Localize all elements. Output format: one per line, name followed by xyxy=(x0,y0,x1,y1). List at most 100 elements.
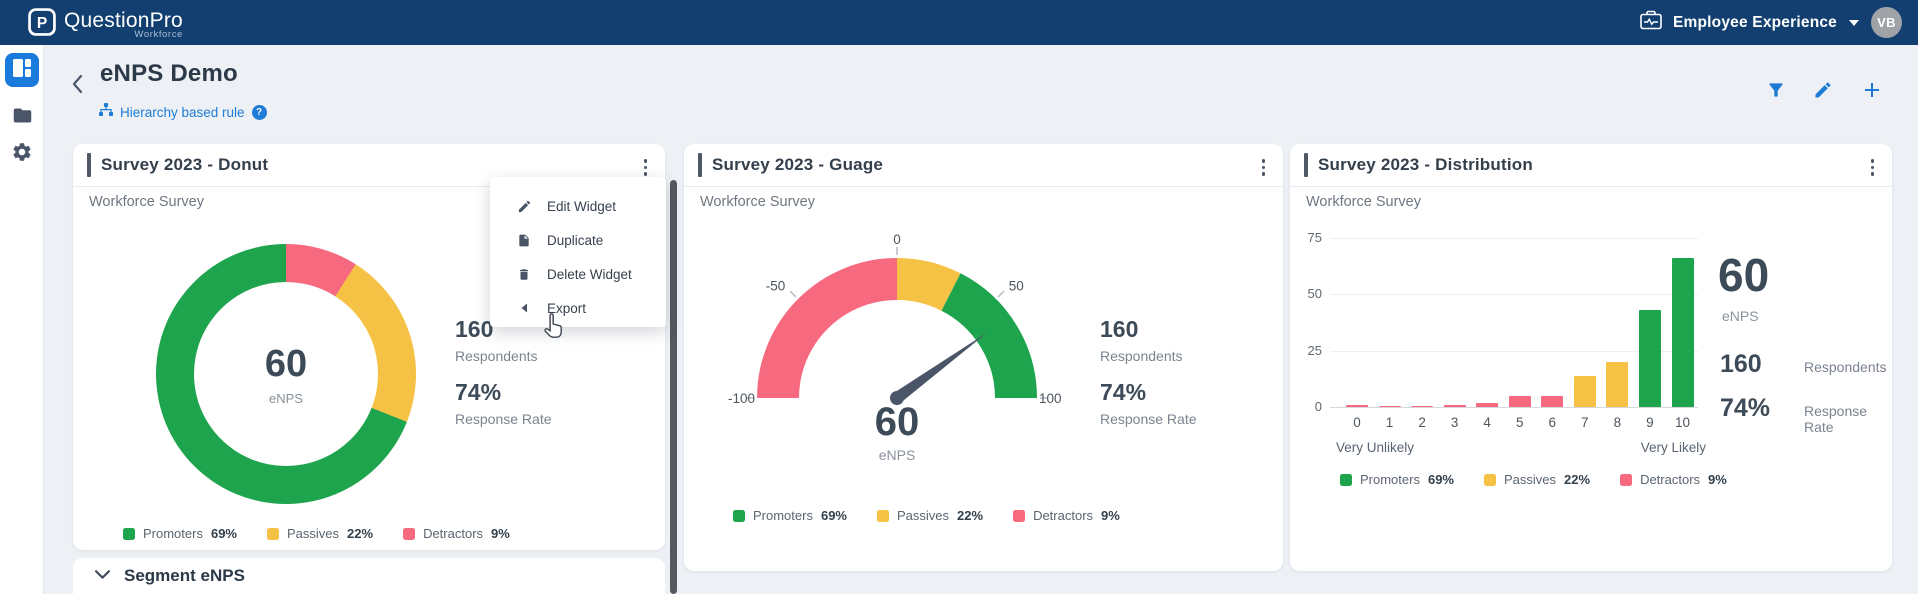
response-rate-label: Response Rate xyxy=(1804,403,1868,435)
bar-score-3 xyxy=(1443,404,1466,407)
brand-logo[interactable]: P QuestionPro Workforce xyxy=(28,8,183,41)
legend-swatch xyxy=(877,509,889,522)
x-tick-label: 0 xyxy=(1353,415,1361,430)
enps-label: eNPS xyxy=(878,447,916,463)
legend-item-promoters[interactable]: Promoters 69% xyxy=(123,526,237,541)
legend-item-promoters[interactable]: Promoters 69% xyxy=(733,508,847,523)
legend-label: Detractors xyxy=(1033,508,1094,523)
legend-value: 69% xyxy=(210,526,237,541)
menu-item-export[interactable]: Export xyxy=(490,291,666,325)
bar-score-8 xyxy=(1606,361,1629,407)
widget-subtitle: Workforce Survey xyxy=(89,194,204,210)
submenu-left-icon xyxy=(516,303,532,313)
widget-distribution: Survey 2023 - Distribution Workforce Sur… xyxy=(1290,144,1892,571)
filter-icon[interactable] xyxy=(1766,80,1786,100)
duplicate-icon xyxy=(516,233,532,248)
legend-label: Promoters xyxy=(1360,472,1420,487)
donut-chart: 60 eNPS xyxy=(156,244,416,504)
bar-score-7 xyxy=(1573,375,1596,407)
y-tick-label: 25 xyxy=(1307,342,1322,358)
widget-subtitle: Workforce Survey xyxy=(700,194,815,210)
vertical-scrollbar-thumb[interactable] xyxy=(670,180,677,594)
widget-gauge: Survey 2023 - Guage Workforce Survey -10… xyxy=(684,144,1283,571)
back-button[interactable] xyxy=(68,70,87,103)
help-icon[interactable]: ? xyxy=(251,105,267,120)
questionpro-logo-icon: P xyxy=(28,8,56,41)
legend-item-detractors[interactable]: Detractors 9% xyxy=(1620,472,1727,487)
bar-score-6 xyxy=(1541,395,1564,407)
widget-menu-kebab-icon[interactable] xyxy=(1256,155,1272,180)
svg-text:50: 50 xyxy=(1009,278,1024,293)
top-navigation-bar: P QuestionPro Workforce Employee Experie… xyxy=(0,0,1918,45)
legend-item-promoters[interactable]: Promoters 69% xyxy=(1340,472,1454,487)
legend-label: Promoters xyxy=(753,508,813,523)
legend-item-passives[interactable]: Passives 22% xyxy=(877,508,983,523)
app-window: P QuestionPro Workforce Employee Experie… xyxy=(0,0,1918,594)
bar-score-9 xyxy=(1638,310,1661,407)
chevron-down-icon[interactable] xyxy=(1847,18,1861,28)
legend-value: 22% xyxy=(957,508,984,523)
x-tick-label: 9 xyxy=(1646,415,1654,430)
workspace-selector[interactable]: Employee Experience xyxy=(1673,14,1837,32)
legend-item-detractors[interactable]: Detractors 9% xyxy=(1013,508,1120,523)
legend-value: 9% xyxy=(1708,472,1727,487)
legend-swatch xyxy=(733,509,745,522)
widget-title: Survey 2023 - Guage xyxy=(712,155,884,174)
title-accent-bar xyxy=(87,153,91,177)
menu-item-edit-widget[interactable]: Edit Widget xyxy=(490,189,666,223)
menu-item-duplicate[interactable]: Duplicate xyxy=(490,223,666,257)
menu-item-label: Duplicate xyxy=(547,232,604,248)
legend-value: 22% xyxy=(1564,472,1591,487)
respondents-value: 160 xyxy=(1100,316,1139,342)
legend-label: Passives xyxy=(287,526,340,541)
x-tick-label: 4 xyxy=(1483,415,1491,430)
legend-item-passives[interactable]: Passives 22% xyxy=(1484,472,1590,487)
hierarchy-rule-link[interactable]: Hierarchy based rule xyxy=(120,105,245,120)
legend-swatch xyxy=(1484,473,1496,486)
menu-item-delete-widget[interactable]: Delete Widget xyxy=(490,257,666,291)
hierarchy-icon xyxy=(99,103,113,122)
legend-value: 9% xyxy=(491,526,510,541)
sidebar-item-settings[interactable] xyxy=(0,141,44,168)
legend-swatch xyxy=(403,527,416,540)
add-widget-icon[interactable] xyxy=(1860,78,1884,102)
trash-icon xyxy=(516,267,532,282)
edit-dashboard-icon[interactable] xyxy=(1813,80,1833,100)
sidebar-item-dashboards[interactable] xyxy=(5,53,39,87)
sidebar-item-folders[interactable] xyxy=(0,105,44,131)
avatar[interactable]: VB xyxy=(1871,7,1902,38)
title-accent-bar xyxy=(698,153,702,177)
respondents-label: Respondents xyxy=(455,348,538,364)
widget-stats: 160 Respondents 74% Response Rate xyxy=(1100,316,1197,427)
widget-menu-kebab-icon[interactable] xyxy=(638,155,654,180)
legend-item-passives[interactable]: Passives 22% xyxy=(267,526,373,541)
segment-enps-section-header[interactable]: Segment eNPS xyxy=(73,558,665,594)
chevron-down-icon xyxy=(95,567,110,585)
page-title: eNPS Demo xyxy=(100,60,238,87)
bar-chart xyxy=(1346,238,1708,407)
respondents-label: Respondents xyxy=(1804,359,1887,375)
enps-value: 60 xyxy=(1718,249,1770,301)
title-accent-bar xyxy=(1304,153,1308,177)
x-tick-label: 1 xyxy=(1385,415,1394,430)
bar-score-0 xyxy=(1346,404,1368,407)
legend-value: 69% xyxy=(1427,472,1454,487)
response-rate-label: Response Rate xyxy=(455,411,552,427)
pencil-icon xyxy=(516,199,532,214)
x-tick-label: 3 xyxy=(1450,415,1459,430)
widget-title: Survey 2023 - Donut xyxy=(101,155,269,174)
widget-subtitle: Workforce Survey xyxy=(1306,194,1421,210)
x-tick-label: 6 xyxy=(1548,415,1557,430)
legend-value: 69% xyxy=(820,508,847,523)
widget-stats: 160 Respondents 74% Response Rate xyxy=(455,316,552,427)
legend-item-detractors[interactable]: Detractors 9% xyxy=(403,526,510,541)
response-rate-value: 74% xyxy=(455,379,502,405)
legend-swatch xyxy=(1620,473,1633,486)
bar-score-10 xyxy=(1671,258,1694,407)
y-tick-label: 0 xyxy=(1314,399,1322,414)
legend-label: Detractors xyxy=(1640,472,1701,487)
widget-menu-kebab-icon[interactable] xyxy=(1865,155,1881,180)
sidebar xyxy=(0,45,44,594)
legend-swatch xyxy=(1340,473,1352,486)
legend-swatch xyxy=(1013,509,1026,522)
